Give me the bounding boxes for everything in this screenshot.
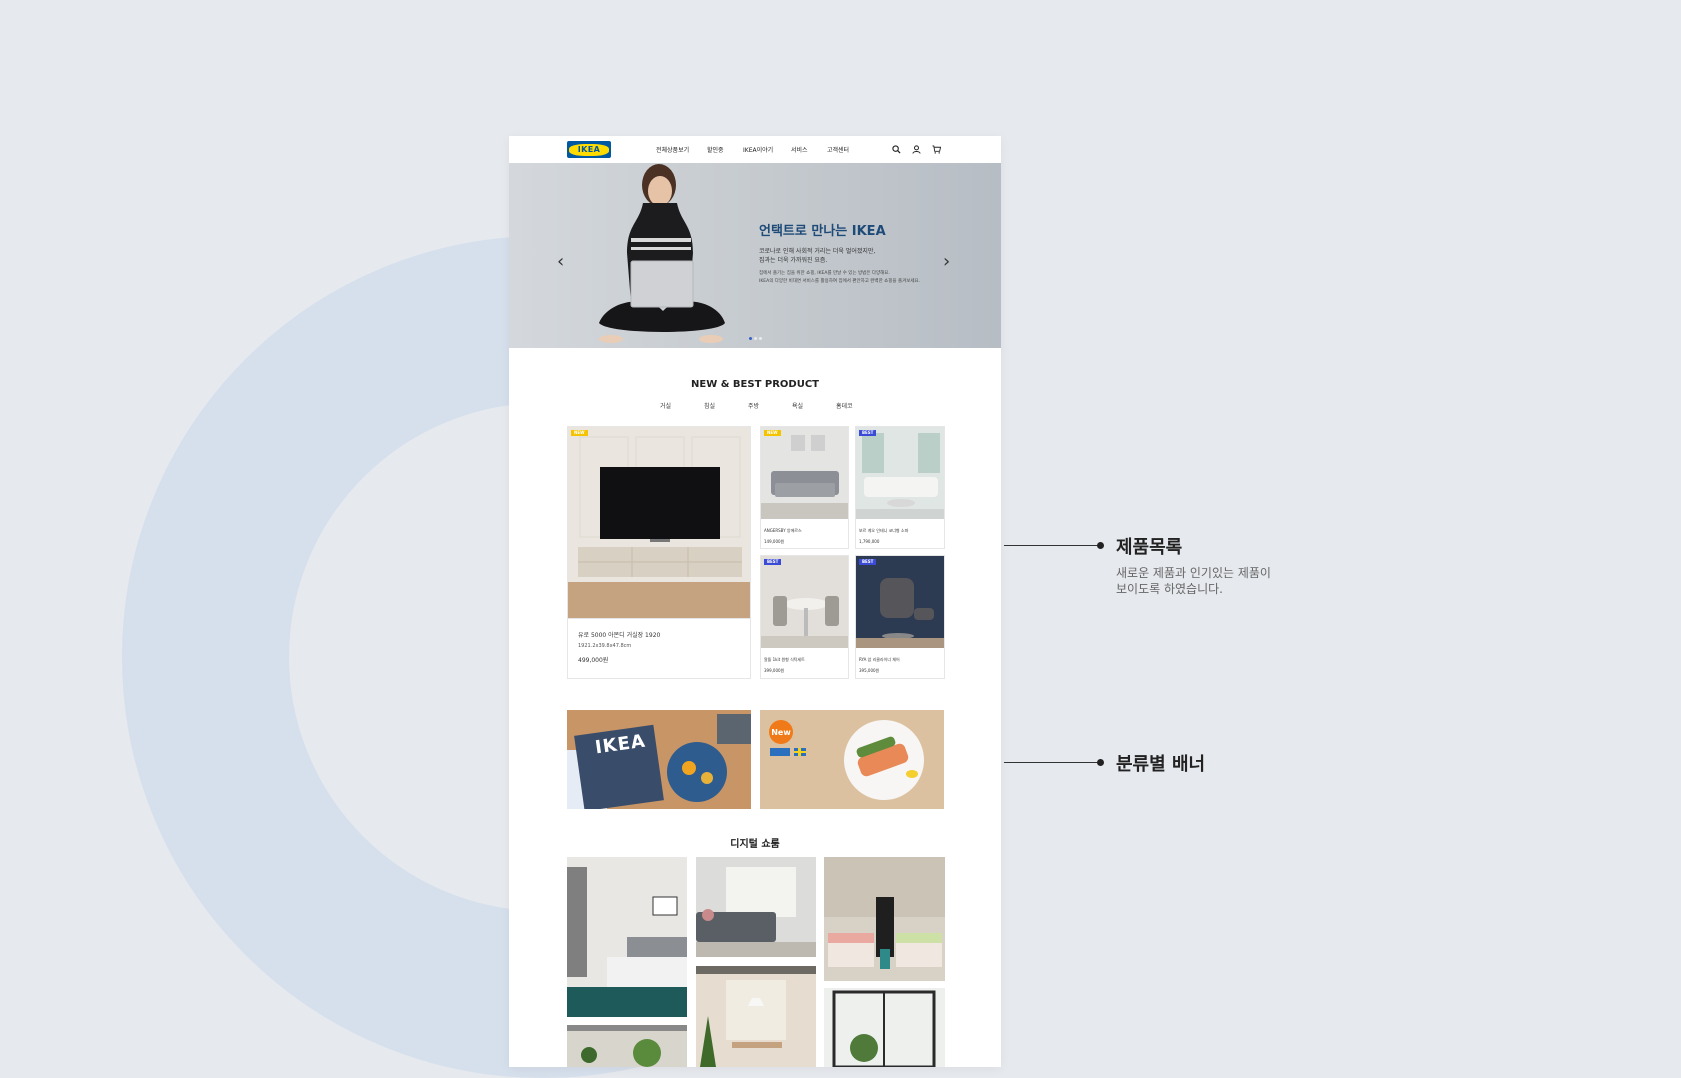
ikea-logo[interactable]: IKEA: [567, 141, 611, 158]
user-icon[interactable]: [912, 145, 921, 154]
nav-service[interactable]: 서비스: [791, 145, 808, 154]
showroom-window-tile[interactable]: [824, 988, 945, 1067]
hero-small-line-1: 집에서 즐기는 집을 위한 쇼핑, IKEA를 만날 수 있는 방법은 다양해요…: [759, 271, 890, 276]
showroom-terrace-tile[interactable]: [567, 1025, 687, 1067]
product-card[interactable]: BEST 알뜰 1kit 원형 식탁세트 399,000원: [760, 555, 849, 679]
twin-beds-image: [824, 857, 945, 981]
category-tab-living[interactable]: 거실: [660, 401, 671, 410]
window-plants-image: [824, 988, 945, 1067]
callout-line-products: [1004, 545, 1099, 546]
nav-customer-center[interactable]: 고객센터: [827, 145, 849, 154]
product-price: 1,790,000: [859, 539, 880, 544]
product-card[interactable]: BEST RYA 암 리클라이너 체어 395,000원: [855, 555, 945, 679]
digital-showroom-title: 디지털 쇼룸: [730, 839, 780, 850]
showroom-living-tile[interactable]: [696, 857, 816, 957]
product-badge-best: BEST: [764, 559, 782, 565]
product-card[interactable]: NEW ANGERSBY 앙에르스 149,000원: [760, 426, 849, 549]
product-name: RYA 암 리클라이너 체어: [859, 657, 900, 662]
white-sofa-image: [856, 427, 944, 519]
nav-all-products[interactable]: 전체상품보기: [656, 145, 689, 154]
callout-dot-products: [1097, 542, 1104, 549]
hero-prev-arrow[interactable]: ‹: [557, 251, 564, 272]
product-card[interactable]: BEST 보르 게오 인테니 코너형 소파 1,790,000: [855, 426, 945, 549]
product-badge-new: NEW: [764, 430, 781, 436]
product-badge-new: NEW: [571, 430, 588, 436]
product-price: 149,000원: [764, 539, 785, 544]
website-mockup: IKEA 전체상품보기 할인중 IKEA이야기 서비스 고객센터 ‹ › 언택트…: [509, 136, 1001, 1067]
catalog-food-image: [567, 710, 751, 809]
slide-dot[interactable]: [759, 337, 762, 340]
products-section-title: NEW & BEST PRODUCT: [691, 379, 819, 390]
hero-subtitle-line-2: 집과는 더욱 가까워진 요즘.: [759, 257, 828, 264]
hero-woman-with-laptop-image: [599, 164, 725, 343]
logo-text: IKEA: [569, 143, 609, 156]
dining-set-image: [761, 556, 848, 648]
cart-icon[interactable]: [932, 145, 941, 154]
product-price: 399,000원: [764, 668, 785, 673]
hero-title: 언택트로 만나는 IKEA: [759, 224, 886, 239]
slide-dot-active[interactable]: [749, 337, 752, 340]
featured-product-card[interactable]: NEW: [567, 426, 751, 619]
recliner-chair-image: [856, 556, 944, 648]
product-price: 395,000원: [859, 668, 880, 673]
category-banner-catalog[interactable]: IKEA: [567, 710, 751, 809]
product-name: 보르 게오 인테니 코너형 소파: [859, 528, 909, 533]
product-badge-best: BEST: [859, 559, 877, 565]
showroom-kids-room-tile[interactable]: [824, 857, 945, 981]
hero-small-line-2: IKEA의 다양한 비대면 서비스를 활용하여 집에서 편안하고 완벽한 쇼핑을…: [759, 279, 921, 284]
product-name: 알뜰 1kit 원형 식탁세트: [764, 657, 805, 662]
terrace-plants-image: [567, 1025, 687, 1067]
callout-title-products: 제품목록: [1116, 537, 1183, 558]
tv-stand-image: [568, 427, 750, 618]
callout-desc-line-1: 새로운 제품과 인기있는 제품이: [1116, 566, 1271, 580]
nav-ikea-story[interactable]: IKEA이야기: [743, 145, 773, 154]
bedroom-image: [567, 857, 687, 1017]
category-banner-food[interactable]: New: [760, 710, 944, 809]
site-header: IKEA 전체상품보기 할인중 IKEA이야기 서비스 고객센터: [509, 136, 1001, 163]
showroom-dining-tile[interactable]: [696, 966, 816, 1067]
showroom-bedroom-tile[interactable]: [567, 857, 687, 1017]
nav-sale[interactable]: 할인중: [707, 145, 724, 154]
hero-subtitle-line-1: 코로나로 인해 사회적 거리는 더욱 멀어졌지만,: [759, 248, 876, 255]
callout-title-banners: 분류별 배너: [1116, 754, 1206, 775]
category-tab-kitchen[interactable]: 주방: [748, 401, 759, 410]
featured-product-info[interactable]: 유로 5000 아몬디 거실장 1920 1921.2x39.8x47.8cm …: [567, 619, 751, 679]
featured-product-size: 1921.2x39.8x47.8cm: [578, 643, 632, 649]
featured-product-price: 499,000원: [578, 657, 609, 664]
new-badge: New: [769, 720, 793, 744]
slide-dot[interactable]: [754, 337, 757, 340]
category-tab-bathroom[interactable]: 욕실: [792, 401, 803, 410]
living-room-image: [696, 857, 816, 957]
featured-product-name: 유로 5000 아몬디 거실장 1920: [578, 632, 661, 639]
product-name: ANGERSBY 앙에르스: [764, 528, 802, 533]
gray-sofa-image: [761, 427, 848, 519]
dining-room-image: [696, 966, 816, 1067]
callout-desc-line-2: 보이도록 하였습니다.: [1116, 582, 1223, 596]
category-tab-bedroom[interactable]: 침실: [704, 401, 715, 410]
callout-line-banners: [1004, 762, 1099, 763]
hero-banner: ‹ › 언택트로 만나는 IKEA 코로나로 인해 사회적 거리는 더욱 멀어졌…: [509, 163, 1001, 348]
product-badge-best: BEST: [859, 430, 877, 436]
hero-next-arrow[interactable]: ›: [943, 251, 950, 272]
search-icon[interactable]: [892, 145, 901, 154]
callout-dot-banners: [1097, 759, 1104, 766]
category-tab-homedeco[interactable]: 홈데코: [836, 401, 853, 410]
